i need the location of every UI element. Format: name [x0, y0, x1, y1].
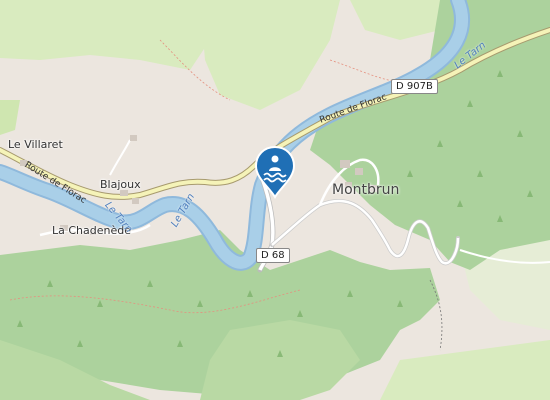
road-shield-d68: D 68 — [256, 248, 290, 263]
road-shield-d907b: D 907B — [391, 79, 438, 94]
place-label-montbrun: Montbrun — [332, 182, 400, 198]
footpath — [329, 59, 401, 83]
meadow-area — [0, 100, 20, 135]
map-canvas[interactable]: Le Villaret Blajoux La Chadenède Montbru… — [0, 0, 550, 400]
meadow-area — [0, 0, 210, 70]
meadow-area — [380, 340, 550, 400]
place-label-le-villaret: Le Villaret — [8, 138, 63, 151]
minor-road — [109, 139, 131, 176]
meadow-area — [200, 0, 340, 110]
swimming-icon — [254, 145, 296, 199]
place-label-blajoux: Blajoux — [100, 178, 141, 191]
map-marker-swimming[interactable] — [253, 145, 297, 199]
